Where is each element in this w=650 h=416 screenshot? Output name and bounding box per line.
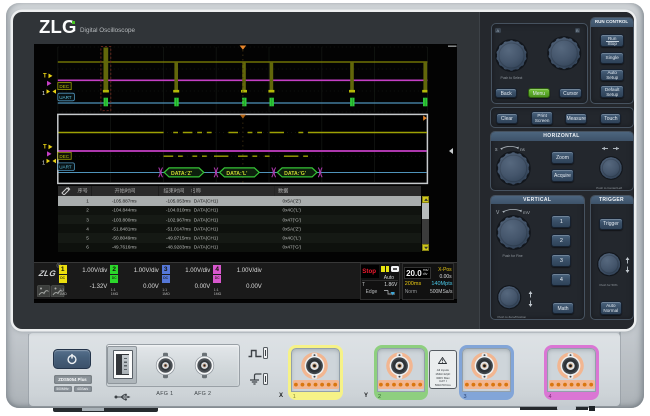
svg-text:1: 1: [42, 161, 45, 167]
svg-text:DATA:'L': DATA:'L': [226, 171, 247, 177]
svg-text:T: T: [43, 145, 47, 151]
svg-text:UART: UART: [59, 165, 72, 170]
svg-text:DEC: DEC: [59, 84, 69, 89]
svg-text:UART: UART: [59, 95, 72, 100]
svg-text:DATA:'G': DATA:'G': [284, 171, 306, 177]
svg-text:DATA:'Z': DATA:'Z': [171, 171, 192, 177]
svg-text:T: T: [43, 74, 47, 80]
svg-text:1: 1: [42, 91, 45, 97]
svg-text:DEC: DEC: [59, 154, 69, 159]
